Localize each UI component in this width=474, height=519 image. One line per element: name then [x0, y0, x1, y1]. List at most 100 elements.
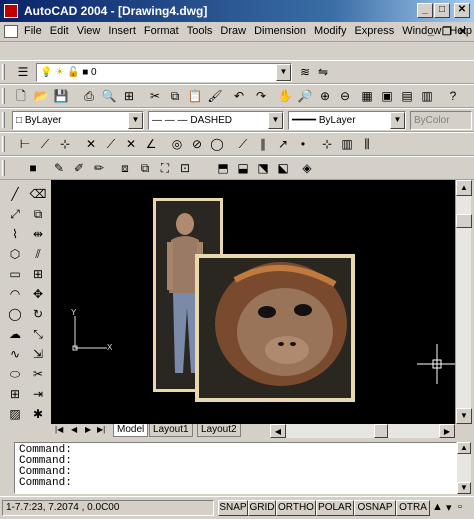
- tab-layout2[interactable]: Layout2: [197, 424, 241, 437]
- otrack-toggle[interactable]: OTRA: [396, 500, 430, 516]
- scale-icon[interactable]: ⤡: [29, 326, 47, 343]
- menu-view[interactable]: View: [77, 25, 101, 37]
- linetype-select[interactable]: — — — DASHED ▼: [148, 111, 284, 130]
- menu-modify[interactable]: Modify: [314, 25, 346, 37]
- ellipse-icon[interactable]: ⬭: [6, 366, 24, 383]
- menu-file[interactable]: File: [24, 25, 42, 37]
- menu-format[interactable]: Format: [144, 25, 179, 37]
- polygon-icon[interactable]: ⬡: [6, 246, 24, 263]
- doc-close-button[interactable]: ✕: [458, 25, 467, 38]
- insert-block-icon[interactable]: ⊞: [6, 386, 24, 403]
- rotate-icon[interactable]: ↻: [29, 306, 47, 323]
- publish-icon[interactable]: ⊞: [120, 88, 138, 105]
- scroll-down-icon[interactable]: ▼: [456, 408, 472, 424]
- horizontal-scrollbar[interactable]: ◀ ▶: [270, 424, 455, 438]
- tab-prev-icon[interactable]: ◀: [71, 425, 77, 434]
- tab-layout1[interactable]: Layout1: [149, 424, 193, 437]
- bring-to-front-icon[interactable]: ⬒: [214, 160, 232, 177]
- tab-first-icon[interactable]: |◀: [55, 425, 63, 434]
- leader-icon[interactable]: ↗: [274, 136, 292, 153]
- command-scrollbar[interactable]: ▲ ▼: [457, 442, 471, 494]
- zoom-window-icon[interactable]: ⊕: [316, 88, 334, 105]
- image-icon[interactable]: ⧈: [116, 160, 134, 177]
- menu-insert[interactable]: Insert: [108, 25, 136, 37]
- circle-icon[interactable]: ◯: [6, 306, 24, 323]
- array-icon[interactable]: ⊞: [29, 266, 47, 283]
- doc-restore-button[interactable]: ❐: [442, 25, 452, 38]
- hatch-icon[interactable]: ▨: [6, 406, 24, 423]
- polar-toggle[interactable]: POLAR: [316, 500, 354, 516]
- chevron-down-icon[interactable]: ▼: [128, 112, 143, 129]
- trim-icon[interactable]: ✂: [29, 366, 47, 383]
- print-preview-icon[interactable]: 🔍: [100, 88, 118, 105]
- move-icon[interactable]: ✥: [29, 286, 47, 303]
- autocad-app-icon[interactable]: [4, 4, 18, 18]
- line-tool-icon[interactable]: ⟋: [102, 136, 120, 153]
- snap-toggle[interactable]: SNAP: [218, 500, 248, 516]
- drawing-canvas[interactable]: Y X: [51, 180, 455, 424]
- chevron-down-icon[interactable]: ▼: [276, 64, 291, 81]
- attribute-icon[interactable]: ✎: [50, 160, 68, 177]
- chevron-down-icon[interactable]: ▼: [268, 112, 283, 129]
- toolbar-grip[interactable]: [2, 64, 5, 80]
- help-icon[interactable]: ?: [444, 88, 462, 105]
- pan-icon[interactable]: ✋: [276, 88, 294, 105]
- aligned-dimension-icon[interactable]: ⟋: [36, 136, 54, 153]
- menu-tools[interactable]: Tools: [187, 25, 213, 37]
- layer-manager-icon[interactable]: ☰: [14, 64, 32, 81]
- revcloud-icon[interactable]: ☁: [6, 326, 24, 343]
- save-icon[interactable]: 💾: [52, 88, 70, 105]
- open-icon[interactable]: 📂: [32, 88, 50, 105]
- image-frame-icon[interactable]: ⊡: [176, 160, 194, 177]
- comm-center-icon[interactable]: ▲: [432, 501, 443, 513]
- dim-style-icon[interactable]: ⫼: [358, 136, 376, 153]
- redo-icon[interactable]: ↷: [252, 88, 270, 105]
- make-current-layer-icon[interactable]: ≋: [296, 64, 314, 81]
- arc-icon[interactable]: ◠: [6, 286, 24, 303]
- clean-screen-icon[interactable]: ▫: [458, 501, 462, 513]
- extend-icon[interactable]: ⇥: [29, 386, 47, 403]
- menu-draw[interactable]: Draw: [220, 25, 246, 37]
- copy-icon[interactable]: ⧉: [166, 88, 184, 105]
- image-adjust-icon[interactable]: ⧉: [136, 160, 154, 177]
- tool-palettes-icon[interactable]: ▤: [398, 88, 416, 105]
- polyline-icon[interactable]: ⌇: [6, 226, 24, 243]
- scroll-right-icon[interactable]: ▶: [439, 424, 455, 438]
- vertical-scrollbar[interactable]: ▲ ▼: [455, 180, 472, 424]
- send-to-back-icon[interactable]: ⬓: [234, 160, 252, 177]
- maximize-button[interactable]: □: [434, 3, 450, 18]
- color-select[interactable]: □ ByLayer ▼: [12, 111, 144, 130]
- mirror-icon[interactable]: ⇹: [29, 226, 47, 243]
- center-mark-icon[interactable]: ⊹: [318, 136, 336, 153]
- ordinate-dimension-icon[interactable]: ⊹: [56, 136, 74, 153]
- menu-dimension[interactable]: Dimension: [254, 25, 306, 37]
- status-tray-icon[interactable]: ▾: [446, 501, 452, 514]
- radius-icon[interactable]: ◎: [168, 136, 186, 153]
- line-icon[interactable]: ╱: [6, 186, 24, 203]
- grid-toggle[interactable]: GRID: [248, 500, 276, 516]
- design-center-icon[interactable]: ▣: [378, 88, 396, 105]
- scroll-thumb[interactable]: [456, 214, 472, 228]
- tolerance-icon[interactable]: •: [294, 136, 312, 153]
- stretch-icon[interactable]: ⇲: [29, 346, 47, 363]
- osnap-toggle[interactable]: OSNAP: [354, 500, 396, 516]
- cut-icon[interactable]: ✂: [146, 88, 164, 105]
- tab-last-icon[interactable]: ▶|: [97, 425, 105, 434]
- text-order-icon[interactable]: ◈: [298, 160, 316, 177]
- chevron-down-icon[interactable]: ▼: [390, 112, 405, 129]
- diameter-icon[interactable]: ⊘: [188, 136, 206, 153]
- copy-object-icon[interactable]: ⧉: [29, 206, 47, 223]
- linear-dimension-icon[interactable]: ⊢: [16, 136, 34, 153]
- offset-icon[interactable]: ⫽: [29, 246, 47, 263]
- ortho-toggle[interactable]: ORTHO: [276, 500, 316, 516]
- zoom-realtime-icon[interactable]: 🔎: [296, 88, 314, 105]
- menu-express[interactable]: Express: [354, 25, 394, 37]
- image-clip-icon[interactable]: ⛶: [156, 160, 174, 177]
- tab-next-icon[interactable]: ▶: [85, 425, 91, 434]
- edit-attribute-icon[interactable]: ✐: [70, 160, 88, 177]
- circle-icon[interactable]: ◯: [208, 136, 226, 153]
- match-properties-icon[interactable]: 🖌: [206, 88, 224, 105]
- zoom-previous-icon[interactable]: ⊖: [336, 88, 354, 105]
- explode-icon[interactable]: ✱: [29, 406, 47, 423]
- spline-icon[interactable]: ∿: [6, 346, 24, 363]
